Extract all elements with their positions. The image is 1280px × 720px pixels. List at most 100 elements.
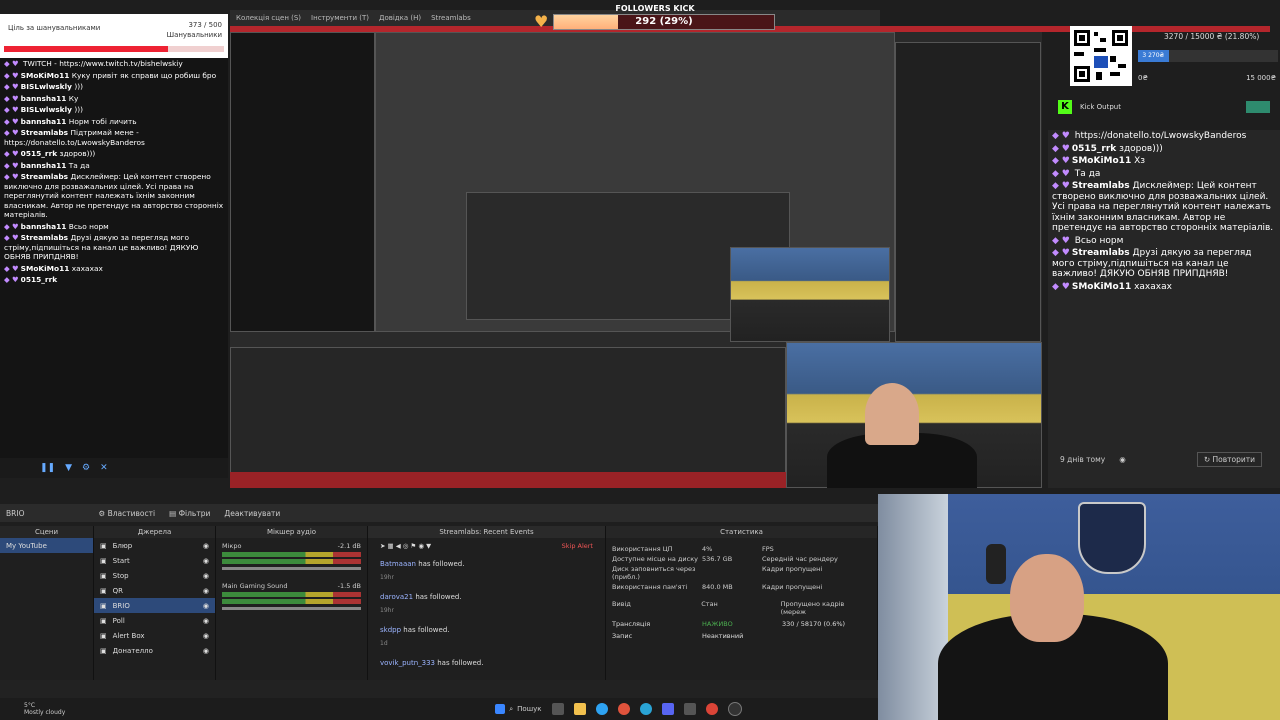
badge-icon: ◆ ♥ [1052, 156, 1070, 166]
chat-message-list: ◆ ♥ TWITCH - https://www.twitch.tv/bishe… [0, 58, 228, 286]
weather-widget[interactable]: 5°C Mostly cloudy [0, 702, 65, 716]
kick-toggle-button[interactable] [1246, 101, 1270, 113]
mixer-channel-db: -1.5 dB [337, 582, 361, 590]
events-toolbar-icons[interactable]: ➤ ▦ ◀ ◎ ⚑ ◉ ▼ [380, 542, 431, 550]
chat-username[interactable]: SMoKiMo11 [21, 71, 70, 80]
settings-icon[interactable]: ⚙ [82, 463, 90, 473]
visibility-icon[interactable]: ◉ [203, 572, 209, 580]
rchat-username[interactable]: Streamlabs [1072, 248, 1130, 258]
menu-item-scene-collection[interactable]: Колекція сцен (S) [236, 14, 301, 22]
filters-button[interactable]: ▤ Фільтри [169, 509, 210, 518]
chat-username[interactable]: BISLwlwskly [21, 82, 72, 91]
rchat-username[interactable]: SMoKiMo11 [1072, 282, 1131, 292]
goal-title: Ціль за шанувальниками [8, 24, 101, 32]
discord-icon[interactable] [661, 703, 674, 715]
scene-item-label: My YouTube [6, 541, 47, 550]
badge-icon: ◆ ♥ [4, 149, 19, 158]
source-item[interactable]: ▣ Stop ◉ [94, 568, 215, 583]
retry-button[interactable]: ↻ Повторити [1196, 451, 1262, 467]
event-user[interactable]: skdpp [380, 626, 401, 634]
menu-item-tools[interactable]: Інструменти (Т) [311, 14, 369, 22]
chat-username[interactable]: BISLwlwskly [21, 105, 72, 114]
event-action: has followed. [418, 560, 465, 568]
telegram-icon[interactable] [639, 703, 652, 715]
rchat-username[interactable]: 0515_rrk [1072, 144, 1116, 154]
scene-item[interactable]: My YouTube [0, 538, 93, 553]
chat-toolbar: ❚❚ ▼ ⚙ ✕ [0, 458, 228, 478]
event-user[interactable]: Batmaaan [380, 560, 416, 568]
skip-alert-button[interactable]: Skip Alert [562, 542, 593, 550]
close-icon[interactable]: ✕ [100, 463, 108, 473]
edge-icon[interactable] [595, 703, 608, 715]
rchat-username[interactable]: Streamlabs [1072, 181, 1130, 191]
visibility-icon[interactable]: ◉ [203, 542, 209, 550]
rchat-message: ◆ ♥ https://donatello.to/LwowskyBanderos [1048, 130, 1280, 143]
event-item: Batmaaan has followed. 19hr [368, 554, 605, 587]
event-user[interactable]: darova21 [380, 593, 413, 601]
chat-message: ◆ ♥ BISLwlwskly ))) [0, 81, 228, 93]
visibility-icon[interactable]: ◉ [203, 617, 209, 625]
visibility-icon[interactable]: ◉ [203, 647, 209, 655]
chat-text: здоров))) [59, 149, 96, 158]
rchat-text: Та да [1074, 168, 1101, 179]
visibility-icon[interactable]: ◉ [203, 632, 209, 640]
chat-username[interactable]: 0515_rrk [21, 149, 57, 158]
visibility-icon[interactable]: ◉ [203, 557, 209, 565]
chat-username[interactable]: bannsha11 [21, 222, 67, 231]
volume-slider[interactable] [222, 567, 361, 570]
source-item[interactable]: ▣ BRIO ◉ [94, 598, 215, 613]
source-item[interactable]: ▣ Alert Box ◉ [94, 628, 215, 643]
chat-username[interactable]: bannsha11 [21, 94, 67, 103]
chat-username[interactable]: Streamlabs [21, 128, 68, 137]
windows-start-icon[interactable] [495, 704, 506, 714]
visibility-icon[interactable]: ◉ [203, 587, 209, 595]
donate-progress-fill: 3 270₴ [1138, 50, 1169, 62]
recent-events-toolbar: ➤ ▦ ◀ ◎ ⚑ ◉ ▼ Skip Alert [368, 538, 605, 554]
stat-cell: Використання ЦП [612, 545, 673, 553]
source-type-icon: ▣ [100, 541, 107, 550]
chat-username[interactable]: Streamlabs [21, 233, 68, 242]
chat-username[interactable]: SMoKiMo11 [21, 264, 70, 273]
obs-icon[interactable] [727, 702, 742, 716]
filter-icon[interactable]: ▼ [65, 463, 72, 473]
event-user[interactable]: vovik_putn_333 [380, 659, 435, 667]
stats-panel: Статистика Використання ЦП 4% FPS Доступне … [606, 526, 878, 680]
menu-item-help[interactable]: Довідка (Н) [379, 14, 421, 22]
event-time: 19hr [380, 607, 394, 614]
taskview-icon[interactable] [551, 703, 564, 715]
goal-progress-bar [4, 46, 224, 52]
deactivate-button[interactable]: Деактивувати [224, 509, 280, 518]
chrome-icon[interactable] [705, 703, 718, 715]
app-icon[interactable] [683, 703, 696, 715]
rchat-username[interactable]: SMoKiMo11 [1072, 156, 1131, 166]
source-item[interactable]: ▣ Донателло ◉ [94, 643, 215, 658]
opera-icon[interactable] [617, 703, 630, 715]
badge-icon: ◆ ♥ [4, 160, 19, 170]
chat-text: Норм тобі личить [68, 116, 137, 126]
visibility-icon[interactable]: ◉ [203, 602, 209, 610]
source-item[interactable]: ▣ QR ◉ [94, 583, 215, 598]
menu-item-streamlabs[interactable]: Streamlabs [431, 14, 471, 22]
taskbar-search[interactable]: ⌕ Пошук [495, 704, 542, 714]
source-item[interactable]: ▣ Poll ◉ [94, 613, 215, 628]
chat-message: ◆ ♥ bannsha11 Та да [0, 160, 228, 172]
sources-list: ▣ Блюр ◉ ▣ Start ◉ ▣ Stop ◉ ▣ QR ◉ ▣ BRIO ◉ ▣ Poll ◉ ▣ Aler… [94, 538, 215, 658]
source-item[interactable]: ▣ Блюр ◉ [94, 538, 215, 553]
stats-row-stream: Трансляція НАЖИВО 330 / 58170 (0.6%) [606, 618, 877, 630]
chat-username[interactable]: Streamlabs [21, 172, 68, 181]
source-item[interactable]: ▣ Start ◉ [94, 553, 215, 568]
source-type-icon: ▣ [100, 616, 107, 625]
properties-button[interactable]: ⚙ Властивості [98, 509, 155, 518]
filters-label: Фільтри [178, 508, 211, 518]
donate-min: 0₴ [1138, 74, 1148, 82]
pause-icon[interactable]: ❚❚ [40, 463, 55, 473]
chat-username[interactable]: 0515_rrk [21, 275, 57, 284]
volume-slider[interactable] [222, 607, 361, 610]
audio-meter [222, 559, 361, 564]
chat-username[interactable]: bannsha11 [21, 117, 67, 126]
file-explorer-icon[interactable] [573, 703, 586, 715]
chat-username[interactable]: bannsha11 [21, 161, 67, 170]
stream-preview [230, 32, 1042, 488]
eye-icon[interactable]: ◉ [1119, 455, 1126, 464]
rchat-text: Всьо норм [1074, 235, 1124, 246]
